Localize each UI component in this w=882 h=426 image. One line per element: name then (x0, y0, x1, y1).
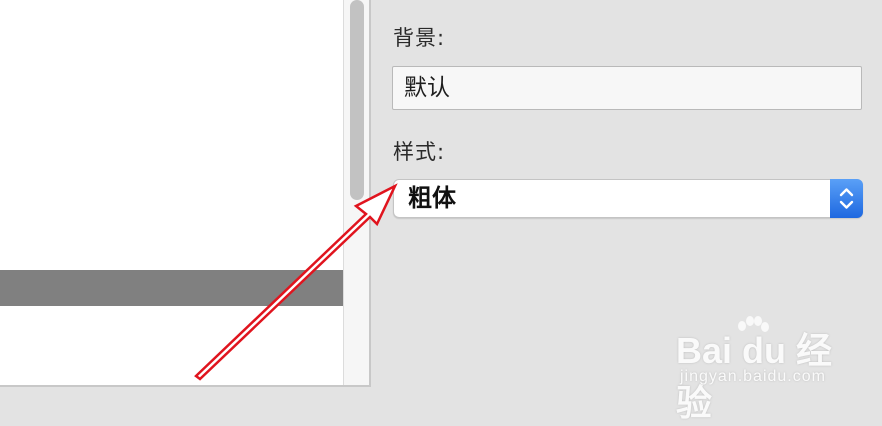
paw-icon (738, 316, 769, 332)
background-field[interactable]: 默认 (392, 66, 862, 110)
list-row-selected[interactable] (0, 270, 343, 306)
watermark: Bai du 经验 jingyan.baidu.com (676, 316, 866, 423)
scrollbar-track[interactable] (343, 0, 370, 385)
scrollbar-thumb[interactable] (350, 0, 364, 200)
list-pane[interactable] (0, 0, 343, 385)
background-field-value: 默认 (404, 75, 450, 101)
pane-bottom-border (0, 385, 371, 387)
background-label: 背景: (393, 26, 446, 50)
watermark-url: jingyan.baidu.com (680, 368, 826, 385)
style-select-value: 粗体 (408, 184, 456, 212)
pane-divider (369, 0, 371, 387)
style-label: 样式: (393, 140, 446, 164)
style-select[interactable]: 粗体 (393, 179, 863, 218)
chevron-up-down-icon[interactable] (830, 179, 863, 218)
